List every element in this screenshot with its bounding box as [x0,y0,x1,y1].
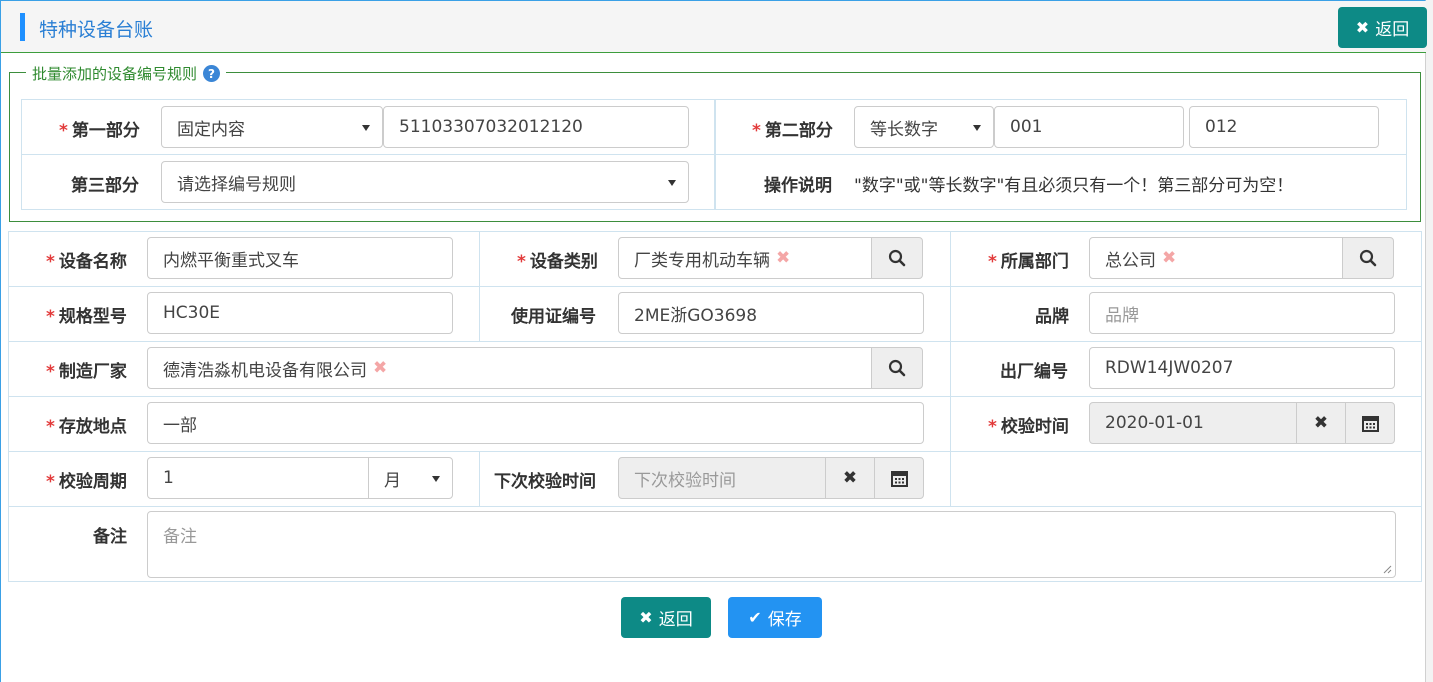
part3-rule-select[interactable]: 请选择编号规则 [161,161,689,203]
factory-no-label: 出厂编号 [1000,362,1068,382]
fieldset-legend: 批量添加的设备编号规则 ? [26,63,227,84]
remark-textarea[interactable]: 备注 [147,511,1396,578]
clear-icon[interactable]: ✖ [776,248,790,268]
close-icon: ✖ [1355,18,1370,37]
device-category-label: * 设备类别 [517,252,598,272]
close-icon: ✖ [1313,413,1329,433]
footer-back-label: 返回 [658,610,693,630]
save-label: 保存 [767,610,802,630]
device-category-search-button[interactable] [871,237,923,279]
location-input[interactable]: 一部 [147,402,924,444]
search-icon [888,249,906,267]
check-icon: ✔ [748,608,762,627]
part2-start-input[interactable]: 001 [994,106,1184,148]
department-input[interactable]: 总公司 ✖ [1089,237,1343,279]
department-search-button[interactable] [1342,237,1394,279]
license-no-input[interactable]: 2ME浙GO3698 [618,292,924,334]
part3-label: 第三部分 [71,176,139,196]
calendar-icon [1361,415,1379,432]
model-label: * 规格型号 [46,307,127,327]
calendar-icon [890,470,908,487]
part1-type-select[interactable]: 固定内容 [161,106,383,148]
part1-content-input[interactable]: 51103307032012120 [383,106,689,148]
part1-label: * 第一部分 [59,121,140,141]
inspection-cycle-label: * 校验周期 [46,472,127,492]
manufacturer-search-button[interactable] [871,347,923,389]
next-inspection-calendar-button[interactable] [874,457,924,499]
close-icon: ✖ [842,468,858,488]
remark-label: 备注 [93,527,127,547]
header-back-label: 返回 [1375,20,1410,40]
inspection-date-calendar-button[interactable] [1345,402,1395,444]
next-inspection-label: 下次校验时间 [494,472,596,492]
next-inspection-clear-button[interactable]: ✖ [825,457,875,499]
clear-icon[interactable]: ✖ [1162,248,1176,268]
department-label: * 所属部门 [988,252,1069,272]
inspection-date-label: * 校验时间 [988,417,1069,437]
search-icon [888,359,906,377]
background-page-strip [1426,0,1433,682]
part2-label: * 第二部分 [752,121,833,141]
instructions-label: 操作说明 [764,176,832,196]
close-icon: ✖ [639,608,653,627]
part2-end-input[interactable]: 012 [1189,106,1379,148]
inspection-date-input[interactable]: 2020-01-01 [1089,402,1297,444]
next-inspection-input[interactable]: 下次校验时间 [618,457,826,499]
save-button[interactable]: ✔ 保存 [728,597,822,638]
form-cell [950,451,1422,507]
factory-no-input[interactable]: RDW14JW0207 [1089,347,1395,389]
resize-grip-icon[interactable] [1382,564,1392,574]
license-no-label: 使用证编号 [511,307,596,327]
instructions-text: "数字"或"等长数字"有且必须只有一个！第三部分可为空！ [854,176,1294,196]
header-back-button[interactable]: ✖ 返回 [1338,7,1427,48]
device-name-input[interactable]: 内燃平衡重式叉车 [147,237,453,279]
legend-text: 批量添加的设备编号规则 [32,65,198,83]
search-icon [1359,249,1377,267]
inspection-date-clear-button[interactable]: ✖ [1296,402,1346,444]
footer-back-button[interactable]: ✖ 返回 [621,597,711,638]
page-title: 特种设备台账 [39,19,154,41]
location-label: * 存放地点 [46,417,127,437]
device-name-label: * 设备名称 [46,252,127,272]
part2-type-select[interactable]: 等长数字 [854,106,994,148]
help-icon[interactable]: ? [203,65,221,82]
special-equipment-ledger-modal: 特种设备台账 ✖ 返回 批量添加的设备编号规则 ? * 第一部分 固定内容 511… [0,0,1427,682]
modal-header: 特种设备台账 ✖ 返回 [1,1,1427,53]
clear-icon[interactable]: ✖ [373,358,387,378]
inspection-cycle-input[interactable]: 1 [147,457,369,499]
device-category-input[interactable]: 厂类专用机动车辆 ✖ [618,237,872,279]
brand-label: 品牌 [1035,307,1069,327]
inspection-cycle-unit-select[interactable]: 月 [368,457,453,499]
title-accent-bar [20,13,25,41]
model-input[interactable]: HC30E [147,292,453,334]
manufacturer-input[interactable]: 德清浩淼机电设备有限公司 ✖ [147,347,872,389]
manufacturer-label: * 制造厂家 [46,362,127,382]
brand-input[interactable]: 品牌 [1089,292,1395,334]
